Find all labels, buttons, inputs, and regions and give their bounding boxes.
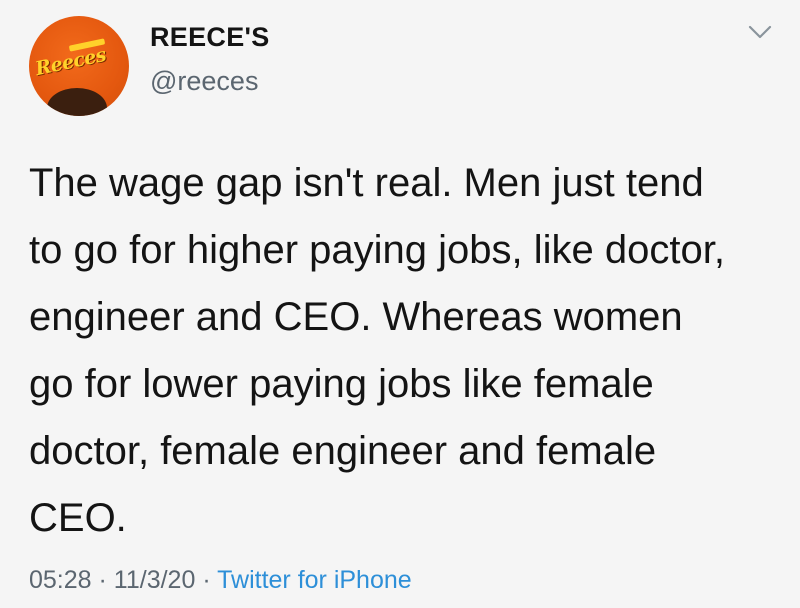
peanut-butter-cup-image (47, 88, 107, 116)
tweet-date[interactable]: 11/3/20 (114, 566, 196, 594)
tweet-time[interactable]: 05:28 (29, 566, 92, 594)
tweet-metadata: 05:28 · 11/3/20 · Twitter for iPhone (29, 566, 412, 595)
user-handle[interactable]: @reeces (150, 66, 258, 97)
tweet-source-link[interactable]: Twitter for iPhone (217, 566, 412, 594)
display-name[interactable]: REECE'S (150, 22, 270, 53)
tweet-card: Reeces REECE'S @reeces The wage gap isn'… (0, 0, 800, 608)
avatar[interactable]: Reeces (29, 16, 129, 116)
meta-separator: · (98, 566, 107, 594)
chevron-down-icon[interactable] (746, 22, 774, 42)
tweet-text: The wage gap isn't real. Men just tend t… (29, 161, 725, 540)
meta-separator: · (202, 566, 211, 594)
